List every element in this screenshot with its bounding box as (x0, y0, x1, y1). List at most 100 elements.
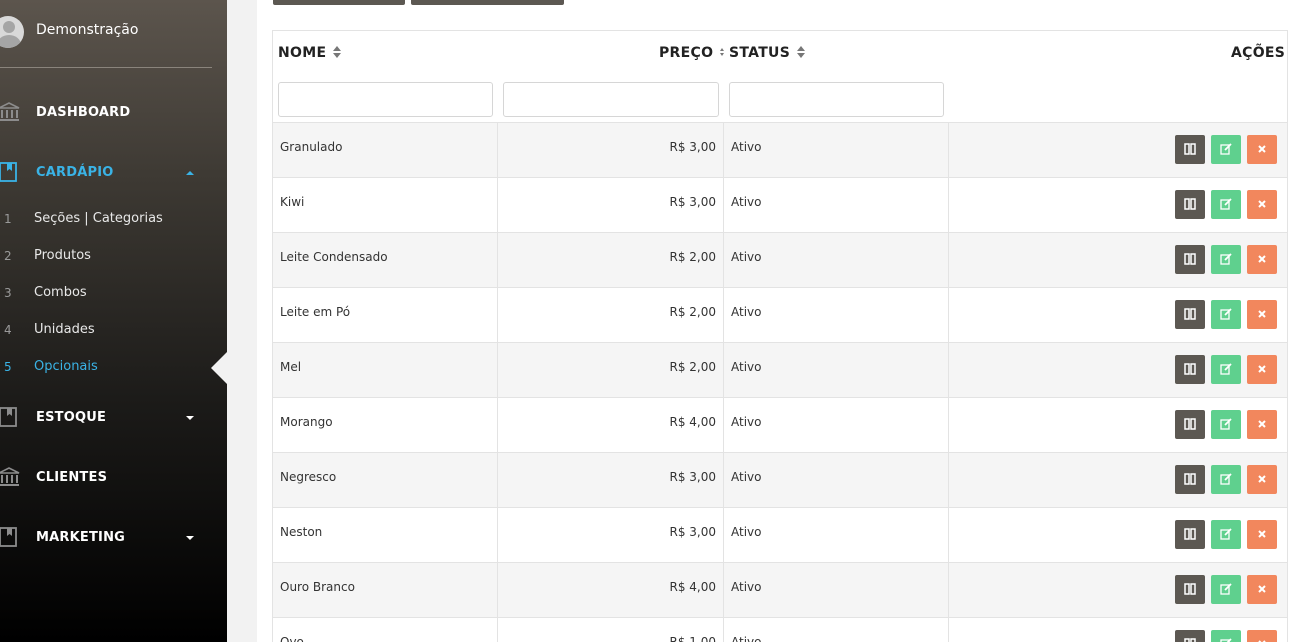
submenu-number: 4 (4, 323, 12, 337)
edit-button[interactable] (1211, 520, 1241, 549)
cell-status: Ativo (724, 508, 949, 563)
submenu-item-combos[interactable]: 3 Combos (0, 282, 227, 304)
delete-button[interactable] (1247, 575, 1277, 604)
edit-button[interactable] (1211, 135, 1241, 164)
columns-button[interactable] (1175, 520, 1205, 549)
edit-button[interactable] (1211, 630, 1241, 642)
edit-button[interactable] (1211, 355, 1241, 384)
close-icon (1258, 530, 1266, 538)
columns-button[interactable] (1175, 190, 1205, 219)
submenu-item-unidades[interactable]: 4 Unidades (0, 319, 227, 341)
toolbar-button[interactable] (411, 0, 564, 5)
column-header-status[interactable]: STATUS (729, 45, 806, 61)
edit-icon (1220, 253, 1232, 265)
cell-acoes (949, 123, 1287, 178)
sort-icon (719, 46, 725, 58)
columns-button[interactable] (1175, 245, 1205, 274)
columns-button[interactable] (1175, 300, 1205, 329)
columns-icon (1184, 528, 1196, 540)
edit-icon (1220, 638, 1232, 642)
submenu-number: 3 (4, 286, 12, 300)
submenu-item-opcionais[interactable]: 5 Opcionais (0, 356, 227, 378)
edit-button[interactable] (1211, 190, 1241, 219)
sort-icon (796, 46, 806, 58)
column-header-preco[interactable]: PREÇO (659, 45, 725, 61)
delete-button[interactable] (1247, 245, 1277, 274)
columns-button[interactable] (1175, 575, 1205, 604)
chevron-down-icon (186, 536, 194, 540)
edit-button[interactable] (1211, 245, 1241, 274)
cell-acoes (949, 453, 1287, 508)
filter-nome-input[interactable] (278, 82, 493, 117)
table-row: Morango R$ 4,00 Ativo (273, 397, 1287, 453)
edit-icon (1220, 198, 1232, 210)
toolbar-button[interactable] (273, 0, 405, 5)
cell-preco: R$ 2,00 (498, 233, 724, 288)
edit-button[interactable] (1211, 575, 1241, 604)
sidebar-item-clientes[interactable]: CLIENTES (0, 463, 227, 493)
columns-button[interactable] (1175, 355, 1205, 384)
columns-button[interactable] (1175, 410, 1205, 439)
submenu-label: Produtos (34, 248, 91, 263)
edit-icon (1220, 143, 1232, 155)
table-row: Kiwi R$ 3,00 Ativo (273, 177, 1287, 233)
column-header-nome[interactable]: NOME (278, 45, 342, 61)
columns-button[interactable] (1175, 630, 1205, 642)
sidebar-item-label: CARDÁPIO (36, 165, 114, 180)
cell-status: Ativo (724, 453, 949, 508)
sidebar-item-marketing[interactable]: MARKETING (0, 523, 227, 553)
edit-button[interactable] (1211, 410, 1241, 439)
table-row: Neston R$ 3,00 Ativo (273, 507, 1287, 563)
delete-button[interactable] (1247, 520, 1277, 549)
sidebar-item-cardapio[interactable]: CARDÁPIO (0, 158, 227, 188)
cell-preco: R$ 1,00 (498, 618, 724, 642)
columns-icon (1184, 363, 1196, 375)
filter-status-input[interactable] (729, 82, 944, 117)
submenu-number: 2 (4, 249, 12, 263)
delete-button[interactable] (1247, 355, 1277, 384)
app: Demonstração DASHBOARD CARDÁPIO 1 Seções… (0, 0, 1312, 642)
bank-icon (0, 102, 20, 121)
close-icon (1258, 145, 1266, 153)
columns-button[interactable] (1175, 135, 1205, 164)
sidebar: Demonstração DASHBOARD CARDÁPIO 1 Seções… (0, 0, 227, 642)
delete-button[interactable] (1247, 300, 1277, 329)
submenu-number: 5 (4, 360, 12, 374)
table-row: Mel R$ 2,00 Ativo (273, 342, 1287, 398)
sidebar-divider (0, 67, 212, 68)
submenu-item-secoes[interactable]: 1 Seções | Categorias (0, 208, 227, 230)
table-row: Ouro Branco R$ 4,00 Ativo (273, 562, 1287, 618)
sidebar-item-estoque[interactable]: ESTOQUE (0, 403, 227, 433)
book-icon (0, 162, 17, 182)
edit-icon (1220, 308, 1232, 320)
delete-button[interactable] (1247, 410, 1277, 439)
sidebar-item-dashboard[interactable]: DASHBOARD (0, 98, 227, 128)
cell-nome: Leite Condensado (273, 233, 498, 288)
filter-preco-input[interactable] (503, 82, 719, 117)
delete-button[interactable] (1247, 465, 1277, 494)
edit-button[interactable] (1211, 300, 1241, 329)
cell-preco: R$ 3,00 (498, 508, 724, 563)
cell-acoes (949, 233, 1287, 288)
table-row: Ovo R$ 1,00 Ativo (273, 617, 1287, 642)
delete-button[interactable] (1247, 135, 1277, 164)
cell-acoes (949, 563, 1287, 618)
cell-nome: Kiwi (273, 178, 498, 233)
submenu-number: 1 (4, 212, 12, 226)
cell-acoes (949, 178, 1287, 233)
submenu-item-produtos[interactable]: 2 Produtos (0, 245, 227, 267)
columns-icon (1184, 473, 1196, 485)
user-name: Demonstração (36, 22, 139, 38)
delete-button[interactable] (1247, 190, 1277, 219)
cell-nome: Neston (273, 508, 498, 563)
edit-button[interactable] (1211, 465, 1241, 494)
edit-icon (1220, 583, 1232, 595)
columns-icon (1184, 418, 1196, 430)
book-icon (0, 407, 17, 427)
submenu-label: Opcionais (34, 359, 98, 374)
close-icon (1258, 585, 1266, 593)
delete-button[interactable] (1247, 630, 1277, 642)
user-profile[interactable]: Demonstração (0, 14, 227, 50)
cell-status: Ativo (724, 178, 949, 233)
columns-button[interactable] (1175, 465, 1205, 494)
